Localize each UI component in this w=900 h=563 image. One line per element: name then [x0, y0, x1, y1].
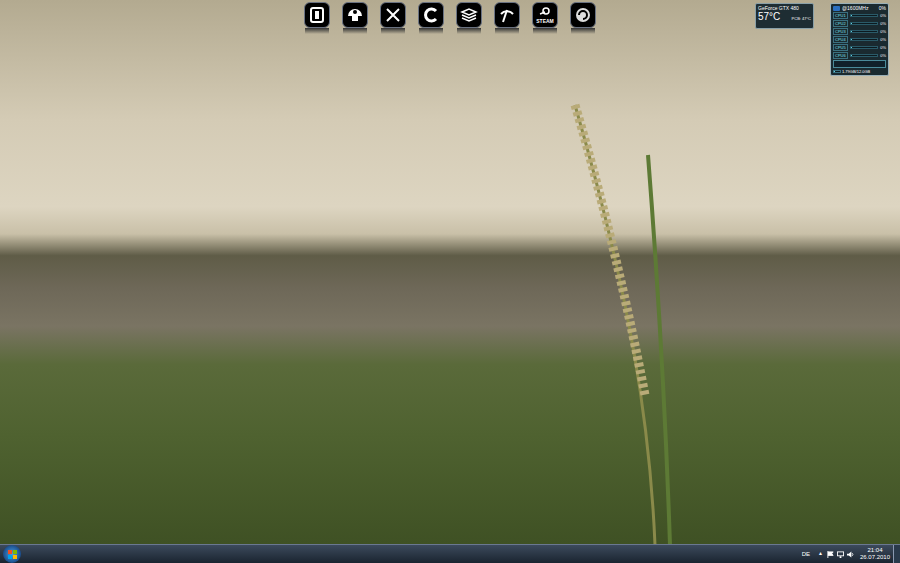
language-indicator[interactable]: DE: [802, 550, 810, 559]
gpu-temperature: 57°C: [758, 11, 780, 22]
memory-track: [833, 70, 841, 73]
flag-icon[interactable]: [827, 551, 834, 558]
core-fill: [851, 15, 852, 16]
core-reading: 0%: [880, 29, 886, 34]
core-reading: 0%: [880, 45, 886, 50]
memory-reading: 1.79GB/12.0GB: [842, 69, 870, 74]
dock-item[interactable]: STEAM: [532, 2, 558, 34]
cpu-core-row: CPU4 0%: [833, 36, 886, 43]
dock-item[interactable]: [380, 2, 406, 34]
core-track: [850, 14, 879, 17]
cpu-clock: @1600MHz: [842, 5, 868, 11]
core-label: CPU6: [833, 52, 848, 59]
cleaner-icon: [422, 6, 440, 24]
dock-item[interactable]: [342, 2, 368, 34]
core-label: CPU3: [833, 28, 848, 35]
tools-icon: [384, 6, 402, 24]
core-label: CPU1: [833, 12, 848, 19]
taskbar: DE ▲ 21:04 26.07.2010: [0, 544, 900, 563]
wallpaper: STEAM GeForce GTX 480 57°C PCB: 47°C: [0, 0, 900, 544]
show-desktop-button[interactable]: [893, 545, 900, 563]
windows-logo-icon: [8, 550, 17, 559]
clock[interactable]: 21:04 26.07.2010: [860, 547, 890, 561]
dock-item[interactable]: [418, 2, 444, 34]
steam-label: STEAM: [536, 18, 554, 24]
core-track: [850, 54, 879, 57]
volume-icon[interactable]: [847, 551, 854, 558]
network-icon[interactable]: [837, 551, 844, 558]
swirl-icon: [574, 6, 592, 24]
dock-item[interactable]: [304, 2, 330, 34]
grass-stalk-icon: [560, 95, 700, 544]
dock: STEAM: [293, 0, 607, 40]
core-track: [850, 22, 879, 25]
dock-item[interactable]: [456, 2, 482, 34]
pcb-temperature: PCB: 47°C: [792, 16, 811, 22]
mushroom-icon: [346, 6, 364, 24]
core-fill: [851, 23, 852, 24]
dock-item[interactable]: [570, 2, 596, 34]
core-reading: 0%: [880, 21, 886, 26]
core-fill: [851, 31, 852, 32]
pickaxe-icon: [498, 6, 516, 24]
stack-icon: [460, 6, 478, 24]
gpu-gadget[interactable]: GeForce GTX 480 57°C PCB: 47°C: [755, 3, 814, 29]
tray-overflow[interactable]: ▲: [818, 550, 823, 558]
clock-date: 26.07.2010: [860, 554, 890, 561]
cpu-core-row: CPU1 0%: [833, 12, 886, 19]
cpu-usage: 0%: [879, 5, 886, 11]
start-button[interactable]: [3, 545, 21, 563]
cpu-core-row: CPU2 0%: [833, 20, 886, 27]
intel-logo-icon: [833, 6, 840, 11]
cpu-gadget[interactable]: @1600MHz 0% CPU10%CPU20%CPU30%CPU40%CPU5…: [830, 3, 889, 76]
core-label: CPU4: [833, 36, 848, 43]
core-track: [850, 38, 879, 41]
core-reading: 0%: [880, 13, 886, 18]
cpu-history-graph: [833, 60, 886, 68]
b-logo-icon: [308, 6, 326, 24]
cpu-core-row: CPU3 0%: [833, 28, 886, 35]
dock-item[interactable]: [494, 2, 520, 34]
core-track: [850, 30, 879, 33]
core-fill: [851, 55, 852, 56]
desktop: STEAM GeForce GTX 480 57°C PCB: 47°C: [0, 0, 900, 563]
core-label: CPU5: [833, 44, 848, 51]
steam-icon: [539, 6, 551, 18]
memory-fill: [834, 71, 835, 72]
cpu-core-row: CPU5 0%: [833, 44, 886, 51]
core-fill: [851, 47, 852, 48]
core-reading: 0%: [880, 37, 886, 42]
core-fill: [851, 39, 852, 40]
clock-time: 21:04: [867, 547, 882, 554]
core-track: [850, 46, 879, 49]
core-label: CPU2: [833, 20, 848, 27]
gpu-title: GeForce GTX 480: [758, 5, 811, 11]
cpu-core-row: CPU6 0%: [833, 52, 886, 59]
core-reading: 0%: [880, 53, 886, 58]
